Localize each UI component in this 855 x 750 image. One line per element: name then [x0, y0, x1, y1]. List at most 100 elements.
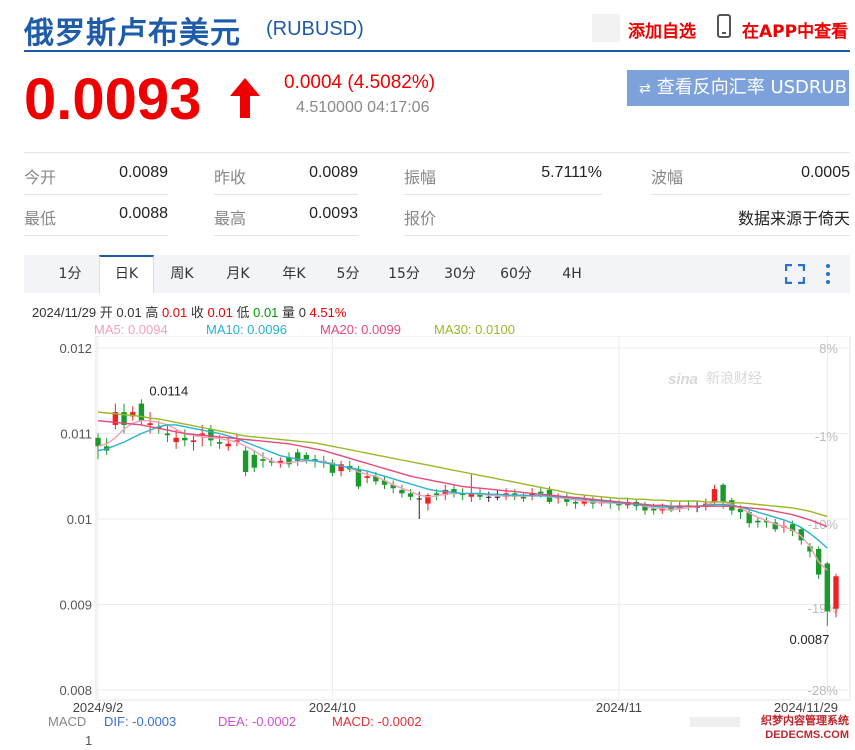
tab-yearly-k[interactable]: 年K [272, 255, 316, 293]
x-tick-label: 2024/10 [309, 700, 356, 715]
footer-watermark: 织梦内容管理系统 DEDECMS.COM [761, 715, 849, 741]
candle-body [416, 498, 422, 500]
y-tick-label: 0.011 [60, 427, 92, 442]
candle-body [399, 489, 405, 494]
y-tick-label: 0.012 [59, 341, 92, 356]
info-close: 0.01 [207, 305, 233, 320]
candle-body [182, 437, 188, 441]
stats-divider [24, 194, 168, 195]
tab-30min[interactable]: 30分 [436, 255, 484, 293]
candle-body [833, 576, 839, 609]
x-tick-label: 2024/11/29 [774, 700, 838, 715]
stat-label-open: 今开 [24, 168, 57, 187]
stat-label-prev-close: 昨收 [214, 168, 247, 187]
svg-text:sina: sina [668, 371, 698, 388]
plot-frame [95, 336, 851, 701]
tab-60min[interactable]: 60分 [492, 255, 540, 293]
stats-divider [214, 235, 358, 236]
info-vol-label: 量 [282, 305, 296, 320]
tab-1min[interactable]: 1分 [50, 255, 90, 293]
page-title: 俄罗斯卢布美元 [24, 16, 241, 51]
footer-bar [690, 717, 740, 727]
y-tick-label: 0.009 [59, 598, 92, 613]
up-arrow-icon [230, 78, 260, 118]
candlestick-chart[interactable]: sina 新浪财经 0.012 0.011 0.01 0.009 0.008 8% -1%… [0, 336, 855, 750]
stat-label-quote: 报价 [404, 209, 437, 228]
candle-body [720, 484, 726, 502]
macd-value: MACD: -0.0002 [332, 714, 422, 729]
pct-tick-label: -1% [815, 429, 839, 444]
price-change: 0.0004 (4.5082%) [284, 72, 436, 93]
candle-body [711, 489, 718, 502]
ma20-line [97, 420, 828, 528]
candle-body [138, 403, 145, 421]
stat-value-range: 0.0005 [801, 164, 850, 181]
tab-monthly-k[interactable]: 月K [216, 255, 260, 293]
info-open-label: 开 [99, 305, 113, 320]
candle-body [520, 496, 527, 499]
candle-body [364, 476, 370, 478]
candle-body [303, 454, 310, 460]
stats-divider [404, 235, 850, 236]
y-tick-label: 0.01 [67, 512, 92, 527]
candle-body [486, 496, 492, 498]
info-vol: 0 [298, 305, 306, 320]
x-tick-label: 2024/9/2 [73, 700, 124, 715]
min-price-label: 0.0087 [790, 632, 830, 647]
quote-time: 4.510000 04:17:06 [296, 99, 430, 116]
view-in-app-link[interactable]: 在APP中查看 [742, 17, 848, 42]
info-open: 0.01 [116, 305, 142, 320]
more-icon[interactable] [824, 263, 832, 285]
fullscreen-icon[interactable] [785, 264, 805, 284]
tab-weekly-k[interactable]: 周K [160, 255, 204, 293]
data-source: 数据来源于倚天 [737, 209, 850, 228]
watch-icon[interactable] [592, 14, 620, 42]
reverse-rate-button[interactable]: ⇄ 查看反向汇率 USDRUB [627, 70, 849, 106]
candle-body [242, 450, 249, 472]
tab-4h[interactable]: 4H [552, 255, 592, 293]
stat-value-open: 0.0089 [119, 164, 168, 181]
stat-value-high: 0.0093 [309, 205, 358, 222]
candle-body [251, 454, 257, 468]
info-pct: 4.51% [309, 305, 347, 320]
stat-label-range: 波幅 [651, 168, 684, 187]
stat-label-amplitude: 振幅 [404, 168, 437, 187]
candle-info: 2024/11/29 开 0.01 高 0.01 收 0.01 低 0.01 量… [32, 302, 346, 321]
tab-15min[interactable]: 15分 [380, 255, 428, 293]
stats-divider [404, 194, 602, 195]
candle-body [147, 423, 153, 425]
stat-value-prev-close: 0.0089 [309, 164, 358, 181]
info-date: 2024/11/29 [32, 305, 97, 320]
stat-label-low: 最低 [24, 209, 57, 228]
info-high-label: 高 [145, 305, 159, 320]
info-close-label: 收 [190, 305, 204, 320]
ma20-label: MA20: 0.0099 [320, 322, 401, 337]
reverse-rate-label: 查看反向汇率 USDRUB [656, 77, 847, 98]
candle-body [164, 433, 171, 436]
candle-body [260, 459, 266, 461]
sina-watermark: sina 新浪财经 [668, 370, 762, 388]
candle-body [225, 443, 231, 447]
phone-icon [717, 14, 731, 38]
pct-tick-label: -28% [808, 683, 839, 698]
stats-divider [214, 194, 358, 195]
ma30-line [97, 411, 828, 518]
add-watchlist-button[interactable]: 添加自选 [628, 17, 696, 42]
tab-daily-k[interactable]: 日K [99, 255, 154, 293]
candle-body [433, 493, 440, 496]
info-low: 0.01 [253, 305, 279, 320]
stat-value-amplitude: 5.7111% [541, 164, 602, 181]
candle-body [755, 520, 761, 523]
stats-divider-top [24, 152, 850, 153]
candle-body [538, 491, 544, 494]
stat-value-low: 0.0088 [119, 205, 168, 222]
ma10-label: MA10: 0.0096 [206, 322, 287, 337]
tab-5min[interactable]: 5分 [328, 255, 368, 293]
candle-body [407, 493, 414, 497]
symbol-code: (RUBUSD) [266, 18, 364, 40]
macd-dea: DEA: -0.0002 [218, 714, 297, 729]
ma5-label: MA5: 0.0094 [94, 322, 168, 337]
swap-icon: ⇄ [639, 81, 651, 97]
current-price: 0.0093 [24, 67, 202, 132]
macd-dif: DIF: -0.0003 [104, 714, 177, 729]
